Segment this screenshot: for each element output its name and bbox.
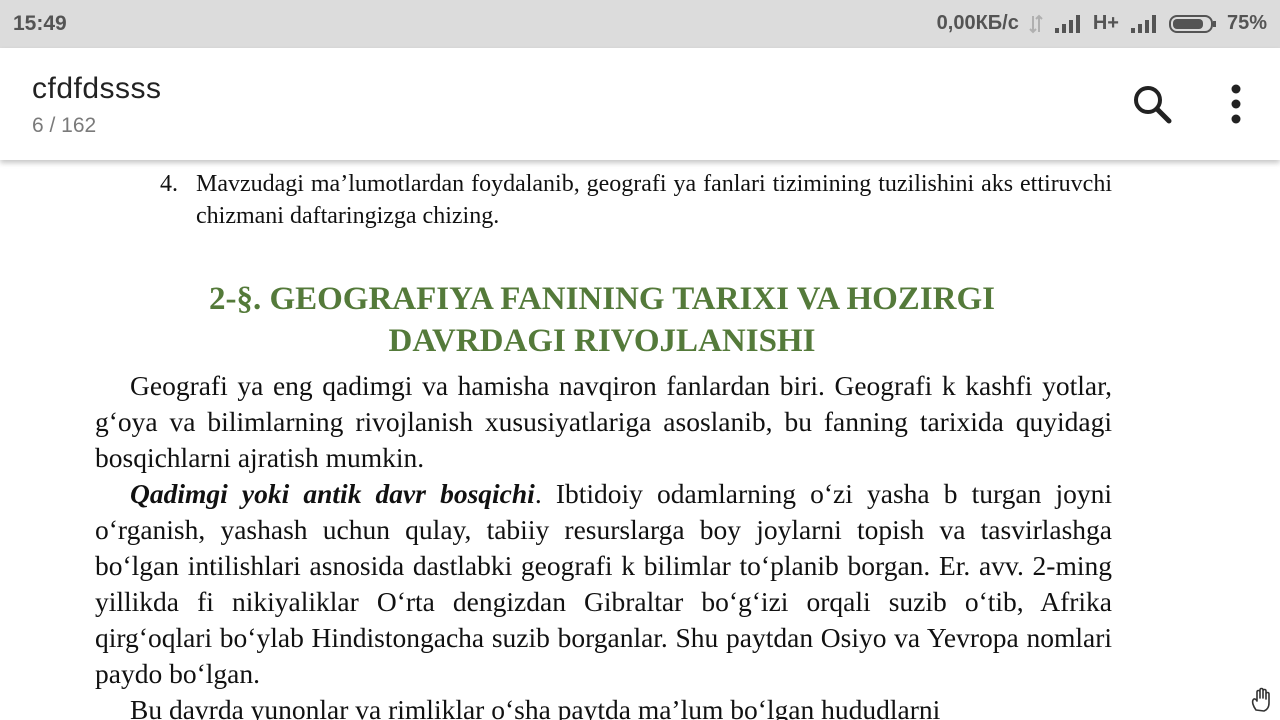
app-toolbar: cfdfdssss 6 / 162 [0, 48, 1280, 160]
paragraph-text: Bu davrda yunonlar va rimliklar o‘sha pa… [130, 694, 941, 720]
more-options-button[interactable] [1220, 80, 1252, 128]
battery-percent: 75% [1226, 12, 1267, 34]
paragraph: Bu davrda yunonlar va rimliklar o‘sha pa… [95, 692, 1112, 720]
search-icon [1134, 86, 1172, 124]
list-item-number: 4. [160, 171, 178, 197]
document-title: cfdfdssss [32, 72, 162, 105]
body-text: Geografi ya eng qadimgi va hamisha navqi… [95, 368, 1112, 720]
status-bar: 15:49 0,00КБ/с H+ 75% [0, 0, 1280, 48]
page-counter: 6 / 162 [32, 114, 97, 137]
list-item-text: Mavzudagi ma’lumotlardan foydalanib, geo… [196, 171, 1112, 229]
signal-icon-2 [1130, 14, 1156, 33]
paragraph-emphasis: Qadimgi yoki antik davr bosqichi [130, 478, 535, 509]
paragraph-text: Geografi ya eng qadimgi va hamisha navqi… [95, 370, 1112, 473]
status-time: 15:49 [13, 12, 67, 35]
section-heading-line-2: DAVRDAGI RIVOJLANISHI [388, 323, 816, 359]
data-transfer-icon [1029, 14, 1043, 33]
list-item: 4. Mavzudagi ma’lumotlardan foydalanib, … [160, 168, 1112, 232]
more-vert-icon [1231, 84, 1241, 124]
battery-icon [1168, 14, 1216, 33]
section-heading: 2-§. GEOGRAFIYA FANINING TARIXI VA HOZIR… [90, 278, 1114, 362]
network-type: H+ [1092, 12, 1119, 34]
net-speed: 0,00КБ/с [936, 12, 1019, 34]
document-page[interactable]: 4. Mavzudagi ma’lumotlardan foydalanib, … [0, 160, 1280, 720]
section-heading-line-1: 2-§. GEOGRAFIYA FANINING TARIXI VA HOZIR… [208, 281, 996, 317]
status-indicators: 0,00КБ/с H+ 75% [937, 12, 1267, 35]
pan-hand-icon[interactable] [1248, 686, 1276, 714]
signal-icon [1054, 14, 1080, 33]
paragraph: Qadimgi yoki antik davr bosqichi. Ibtido… [95, 476, 1112, 692]
search-button[interactable] [1128, 80, 1176, 128]
paragraph: Geografi ya eng qadimgi va hamisha navqi… [95, 368, 1112, 476]
paragraph-text: . Ibtidoiy odamlarning o‘zi yasha b turg… [95, 478, 1113, 689]
